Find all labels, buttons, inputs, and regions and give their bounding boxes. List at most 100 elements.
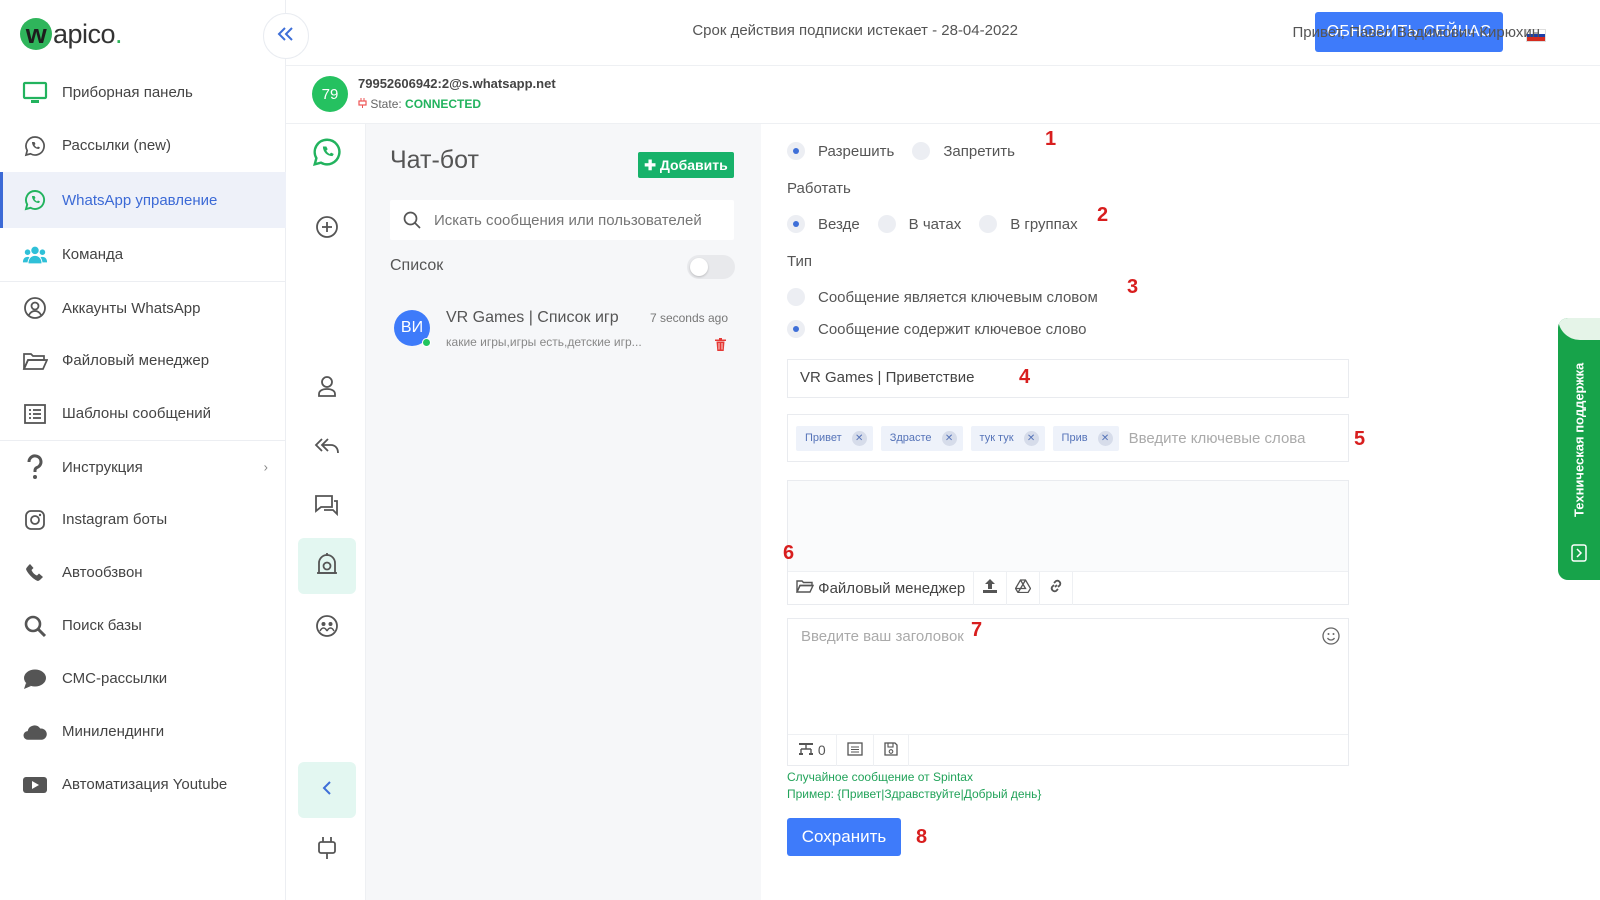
emoji-icon[interactable] [1322, 627, 1340, 650]
templates-button[interactable] [837, 734, 874, 766]
sidebar-item-instagram-bots[interactable]: Instagram боты [0, 493, 286, 546]
sidebar-item-autodial[interactable]: Автообзвон [0, 546, 286, 599]
reply-all-icon [314, 436, 340, 461]
list-view-toggle[interactable] [687, 255, 735, 279]
sidebar-item-label: Поиск базы [62, 617, 142, 634]
sidebar: w apico. Приборная панель Рассылки (new) … [0, 0, 286, 900]
file-manager-button[interactable]: Файловый менеджер [788, 571, 975, 605]
spintax-count: 0 [817, 742, 826, 758]
sidebar-item-database-search[interactable]: Поиск базы [0, 599, 286, 652]
keyword-tag: Привет ✕ [796, 425, 873, 451]
caption-textarea[interactable]: Введите ваш заголовок 0 [787, 618, 1349, 766]
annotation-5: 5 [1354, 428, 1366, 450]
save-button[interactable]: Сохранить [787, 818, 901, 856]
brand-logo[interactable]: w apico. [20, 14, 123, 54]
collapse-sidebar-button[interactable] [263, 13, 309, 59]
rail-groups-button[interactable] [298, 600, 356, 656]
whatsapp-icon [22, 187, 48, 213]
radio-circle [877, 215, 896, 233]
rail-chats-button[interactable] [298, 480, 356, 536]
folder-icon [22, 348, 48, 374]
keywords-tag-input[interactable]: Привет ✕ Здрасте ✕ тук тук ✕ Прив ✕ Введите … [787, 414, 1349, 462]
page-title: Чат-бот [390, 146, 479, 174]
rail-chatbot-button[interactable] [298, 538, 356, 594]
sidebar-item-mailings[interactable]: Рассылки (new) [0, 119, 286, 172]
radio-circle [787, 288, 805, 306]
sidebar-item-label: Файловый менеджер [62, 352, 210, 369]
search-input[interactable] [434, 211, 724, 229]
search-box [390, 200, 734, 240]
spintax-hint-title: Случайное сообщение от Spintax [787, 770, 973, 784]
add-button-label: Добавить [659, 156, 728, 173]
annotation-3: 3 [1127, 276, 1139, 298]
media-attachment-area[interactable]: Файловый менеджер [787, 480, 1349, 605]
rail-add-button[interactable] [298, 201, 356, 257]
user-icon [316, 374, 338, 403]
radio-circle [787, 142, 805, 160]
logo-mark: w [20, 18, 52, 50]
sidebar-item-whatsapp-management[interactable]: WhatsApp управление [0, 172, 286, 228]
sidebar-item-youtube-automation[interactable]: Автоматизация Youtube [0, 758, 286, 811]
spintax-button[interactable]: 0 [788, 734, 837, 766]
sidebar-item-whatsapp-accounts[interactable]: Аккаунты WhatsApp [0, 281, 286, 334]
rail-autoreply-button[interactable] [298, 420, 356, 476]
bot-name-input[interactable]: VR Games | Приветствие [787, 359, 1349, 398]
support-tab-cap [1558, 318, 1600, 340]
radio-in-groups[interactable]: В группах [979, 215, 1078, 233]
list-item[interactable]: ВИ VR Games | Список игр 7 seconds ago к… [390, 302, 734, 362]
rail-whatsapp-button[interactable] [298, 126, 356, 182]
sidebar-item-sms-mailing[interactable]: СМС-рассылки [0, 652, 286, 705]
remove-tag-icon[interactable]: ✕ [941, 430, 957, 446]
caption-toolbar: 0 [788, 734, 1348, 766]
remove-tag-icon[interactable]: ✕ [1097, 430, 1113, 446]
sidebar-item-label: СМС-рассылки [62, 670, 168, 687]
whatsapp-icon [312, 137, 342, 172]
add-chatbot-button[interactable]: ✚ Добавить [638, 152, 734, 178]
radio-deny[interactable]: Запретить [912, 142, 1015, 160]
search-icon [22, 613, 48, 639]
radio-message-contains-keyword[interactable]: Сообщение содержит ключевое слово [787, 320, 1086, 338]
sidebar-item-label: Рассылки (new) [62, 137, 171, 154]
floppy-disk-icon [884, 741, 898, 759]
upload-button[interactable] [974, 571, 1008, 605]
account-avatar: 79 [312, 76, 348, 112]
subscription-expiry-text: Срок действия подписки истекает - 28-04-… [692, 22, 1018, 39]
plus-circle-icon [315, 215, 339, 244]
keyword-tag: Здрасте ✕ [880, 425, 963, 451]
radio-everywhere[interactable]: Везде [787, 215, 860, 233]
feature-icon-rail [286, 124, 366, 900]
radio-in-chats[interactable]: В чатах [877, 215, 961, 233]
annotation-1: 1 [1045, 128, 1057, 150]
sidebar-item-file-manager[interactable]: Файловый менеджер [0, 334, 286, 387]
user-greeting[interactable]: Привет, Павел Вадимович Кирюхин [1292, 24, 1540, 41]
link-button[interactable] [1040, 571, 1074, 605]
radio-allow[interactable]: Разрешить [787, 142, 894, 160]
state-label: State: [370, 97, 406, 111]
spintax-hint-example: Пример: {Привет|Здравствуйте|Добрый день… [787, 787, 1042, 801]
youtube-icon [22, 772, 48, 798]
bot-keywords-preview: какие игры,игры есть,детские игр... [446, 335, 642, 349]
sidebar-item-label: Приборная панель [62, 84, 193, 101]
tech-support-tab[interactable]: Техническая поддержка [1558, 318, 1600, 580]
keywords-placeholder: Введите ключевые слова [1128, 429, 1306, 447]
rail-collapse-button[interactable] [298, 762, 356, 818]
sidebar-item-dashboard[interactable]: Приборная панель [0, 66, 286, 119]
save-template-button[interactable] [874, 734, 909, 766]
google-drive-button[interactable] [1007, 571, 1041, 605]
remove-tag-icon[interactable]: ✕ [851, 430, 867, 446]
rail-contacts-button[interactable] [298, 360, 356, 416]
radio-message-is-keyword[interactable]: Сообщение является ключевым словом [787, 288, 1098, 306]
caption-placeholder: Введите ваш заголовок [801, 628, 964, 645]
sidebar-item-instructions[interactable]: Инструкция › [0, 440, 286, 493]
rail-plug-button[interactable] [298, 822, 356, 878]
remove-tag-icon[interactable]: ✕ [1023, 430, 1039, 446]
annotation-4: 4 [1019, 366, 1031, 388]
trash-icon[interactable] [715, 338, 726, 356]
radio-label: Разрешить [818, 142, 895, 160]
sidebar-item-minilandings[interactable]: Минилендинги [0, 705, 286, 758]
radio-circle [979, 215, 998, 233]
account-status-bar: 79 79952606942:2@s.whatsapp.net State: C… [286, 66, 1600, 124]
sidebar-item-team[interactable]: Команда [0, 228, 286, 281]
sidebar-item-message-templates[interactable]: Шаблоны сообщений [0, 387, 286, 440]
team-icon [22, 242, 48, 268]
